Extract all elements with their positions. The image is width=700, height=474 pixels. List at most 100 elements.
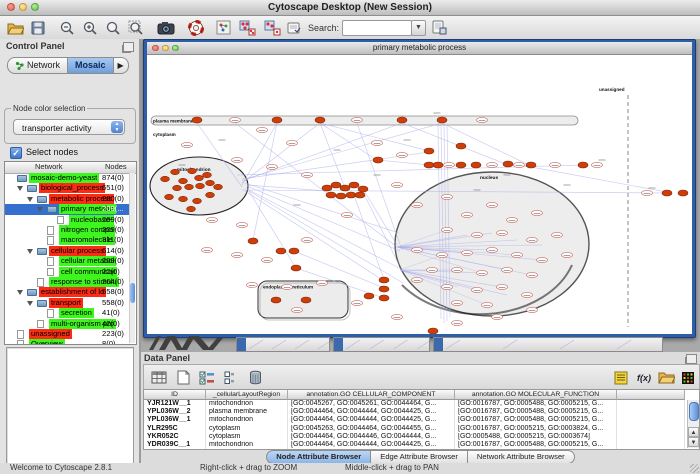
labeled-node[interactable] (372, 140, 383, 145)
gene-node[interactable] (206, 180, 215, 185)
attribute-table[interactable]: ID_cellularLayoutRegionannotation.GO CEL… (143, 389, 700, 450)
labeled-node[interactable] (247, 282, 258, 287)
gene-node[interactable] (355, 192, 365, 198)
labeled-node[interactable] (477, 117, 488, 122)
tree-row[interactable]: macromolecule311(0) (5, 235, 134, 245)
disclosure-triangle-icon[interactable] (27, 197, 33, 202)
column-header[interactable]: annotation.GO MOLECULAR_FUNCTION (455, 390, 617, 400)
labeled-node[interactable] (317, 280, 328, 285)
labeled-node[interactable] (507, 217, 518, 222)
snapshot-camera-button[interactable] (156, 18, 175, 37)
tab-node-attribute-browser[interactable]: Node Attribute Browser (266, 450, 371, 464)
network-box-icon-button[interactable] (214, 18, 233, 37)
tree-row[interactable]: cellular process614(0) (5, 246, 134, 256)
gene-node[interactable] (326, 192, 336, 198)
column-header[interactable]: annotation.GO CELLULAR_COMPONENT (288, 390, 455, 400)
labeled-node[interactable] (552, 232, 563, 237)
disclosure-triangle-icon[interactable] (17, 290, 23, 295)
labeled-node[interactable] (397, 152, 408, 157)
table-cell[interactable]: YPL036W__2 (144, 408, 206, 416)
labeled-node[interactable] (232, 252, 243, 257)
table-cell[interactable] (617, 425, 685, 433)
gene-node[interactable] (331, 182, 341, 188)
labeled-node[interactable] (282, 284, 293, 289)
table-cell[interactable] (617, 433, 685, 441)
gene-node[interactable] (188, 168, 197, 173)
table-cell[interactable]: YKR052C (144, 433, 206, 441)
table-cell[interactable] (617, 400, 685, 408)
help-lifesaver-button[interactable] (186, 18, 205, 37)
table-scrollbar[interactable]: ▲ ▼ (687, 400, 699, 448)
node-color-select[interactable]: transporter activity ▲▼ (13, 119, 125, 135)
labeled-node[interactable] (642, 190, 653, 195)
network-view-window[interactable]: primary metabolic process plasma membran… (143, 39, 696, 338)
column-header[interactable]: ID (144, 390, 206, 400)
annotation-doc-button[interactable] (286, 18, 302, 37)
zoom-fit-button[interactable] (103, 18, 122, 37)
labeled-node[interactable] (352, 300, 363, 305)
labeled-node[interactable] (302, 237, 313, 242)
save-button[interactable] (28, 18, 47, 37)
gene-node[interactable] (437, 117, 447, 123)
labeled-node[interactable] (497, 284, 508, 289)
labeled-node[interactable] (237, 222, 248, 227)
tree-scrollbar[interactable] (129, 173, 135, 343)
gene-node[interactable] (165, 194, 174, 199)
labeled-node[interactable] (342, 212, 353, 217)
disclosure-triangle-icon[interactable] (17, 186, 23, 191)
labeled-node[interactable] (472, 287, 483, 292)
gene-node[interactable] (161, 176, 170, 181)
tree-row[interactable]: establishment of lo558(0) (5, 287, 134, 297)
gene-node[interactable] (358, 186, 368, 192)
gene-node[interactable] (424, 162, 434, 168)
gene-node[interactable] (196, 183, 205, 188)
gene-node[interactable] (526, 162, 536, 168)
labeled-node[interactable] (502, 267, 513, 272)
gene-node[interactable] (192, 117, 202, 123)
table-cell[interactable]: YPL036W__1 (144, 416, 206, 424)
gene-node[interactable] (349, 182, 359, 188)
labeled-node[interactable] (444, 162, 455, 167)
tab-network-attribute-browser[interactable]: Network Attribute Browser (468, 450, 575, 464)
network-overlay-2-button[interactable] (263, 18, 282, 37)
tree-row[interactable]: mosaic-demo-yeast874(0) (5, 173, 134, 183)
gene-node[interactable] (662, 190, 672, 196)
tree-row[interactable]: cell communicat22(0) (5, 267, 134, 277)
tab-mosaic[interactable]: Mosaic (68, 57, 114, 74)
gene-node[interactable] (678, 190, 688, 196)
labeled-node[interactable] (452, 267, 463, 272)
gene-node[interactable] (340, 185, 350, 191)
tree-row[interactable]: biological_process651(0) (5, 183, 134, 193)
matrix-button[interactable] (677, 367, 699, 388)
gene-node[interactable] (187, 206, 196, 211)
network-canvas[interactable]: plasma membrane cytoplasm mitochondrion … (147, 55, 692, 334)
gene-node[interactable] (206, 192, 215, 197)
gene-node[interactable] (272, 117, 282, 123)
labeled-node[interactable] (487, 247, 498, 252)
table-cell[interactable] (617, 441, 685, 449)
labeled-node[interactable] (427, 267, 438, 272)
select-nodes-checkbox[interactable]: ✓ (10, 147, 22, 159)
tree-row[interactable]: nitrogen compo209(0) (5, 225, 134, 235)
table-cell[interactable]: [GO:0016787, GO:0005215, GO:0003824, G..… (455, 425, 617, 433)
gene-node[interactable] (456, 143, 466, 149)
open-file-button[interactable] (6, 18, 25, 37)
tree-row[interactable]: secretion41(0) (5, 308, 134, 318)
tree-row[interactable]: response to stimulu264(0) (5, 277, 134, 287)
table-scrollbar-thumb[interactable] (689, 402, 699, 421)
gene-node[interactable] (578, 162, 588, 168)
table-cell[interactable] (617, 416, 685, 424)
network-window-titlebar[interactable]: primary metabolic process (147, 42, 692, 55)
gene-node[interactable] (364, 293, 374, 299)
labeled-node[interactable] (592, 162, 603, 167)
gene-node[interactable] (248, 238, 258, 244)
gene-node[interactable] (171, 169, 180, 174)
labeled-node[interactable] (452, 320, 463, 325)
column-header[interactable]: _cellularLayoutRegion (206, 390, 288, 400)
more-tabs-button[interactable]: ▶ (114, 57, 129, 74)
labeled-node[interactable] (550, 162, 561, 167)
labeled-node[interactable] (514, 162, 525, 167)
tree-row[interactable]: transport558(0) (5, 298, 134, 308)
labeled-node[interactable] (442, 227, 453, 232)
disclosure-triangle-icon[interactable] (37, 207, 43, 212)
